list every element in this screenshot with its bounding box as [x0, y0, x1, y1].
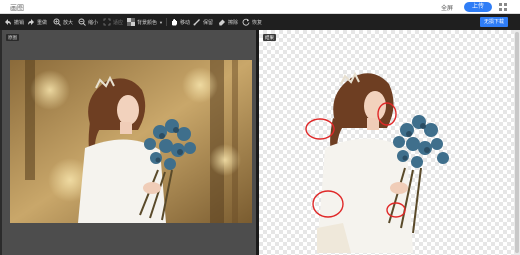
upload-button[interactable]: 上传 — [464, 2, 492, 12]
scrollbar-thumb[interactable] — [515, 32, 519, 253]
original-photo[interactable] — [10, 60, 252, 223]
original-badge: 原图 — [6, 34, 19, 41]
redo-button[interactable]: 重做 — [27, 17, 47, 27]
move-tool-button[interactable]: 移动 — [170, 17, 190, 27]
zoom-in-icon — [53, 18, 61, 26]
vertical-scrollbar[interactable] — [514, 30, 520, 255]
brush-icon — [193, 19, 200, 26]
fit-label: 适应 — [113, 19, 124, 26]
result-image-pane: 结果 — [259, 30, 514, 255]
grid-icon[interactable] — [499, 3, 507, 11]
original-image-pane: 原图 — [2, 30, 256, 255]
zoom-out-icon — [78, 18, 86, 26]
hand-icon — [172, 19, 177, 26]
keep-brush-label: 保留 — [203, 19, 214, 26]
toolbar: 撤销 重做 放大 缩小 适应 背景颜色 ▼ 移动 保留 擦除 恢复 无损下载 — [0, 14, 520, 30]
redo-icon — [28, 19, 34, 25]
move-tool-label: 移动 — [180, 19, 191, 26]
cutout-result[interactable] — [303, 58, 473, 253]
fit-button[interactable]: 适应 — [103, 17, 123, 27]
restore-button[interactable]: 恢复 — [242, 17, 262, 27]
mosaic-icon — [127, 18, 135, 26]
zoom-in-label: 放大 — [63, 19, 74, 26]
undo-icon — [5, 19, 11, 25]
restore-icon — [242, 18, 250, 26]
zoom-out-button[interactable]: 缩小 — [78, 17, 98, 27]
undo-label: 撤销 — [14, 19, 25, 26]
redo-label: 重做 — [37, 19, 48, 26]
zoom-in-button[interactable]: 放大 — [53, 17, 73, 27]
fit-icon — [103, 18, 111, 26]
result-badge: 结果 — [263, 34, 276, 41]
eraser-button[interactable]: 擦除 — [218, 17, 238, 27]
lossless-download-button[interactable]: 无损下载 — [480, 17, 508, 27]
eraser-label: 擦除 — [228, 19, 239, 26]
fullscreen-button[interactable]: 全屏 — [441, 3, 453, 12]
background-color-dropdown[interactable]: 背景颜色 ▼ — [127, 17, 163, 27]
background-color-label: 背景颜色 — [137, 19, 158, 26]
toolbar-separator — [166, 18, 167, 26]
keep-brush-button[interactable]: 保留 — [193, 17, 213, 27]
zoom-out-label: 缩小 — [88, 19, 99, 26]
image-editor-app: 画图 全屏 上传 撤销 重做 放大 缩小 适应 背景颜色 ▼ 移动 保留 擦除 … — [0, 0, 520, 255]
eraser-icon — [219, 19, 225, 26]
undo-button[interactable]: 撤销 — [4, 17, 24, 27]
chevron-down-icon: ▼ — [159, 19, 163, 25]
top-header: 画图 全屏 上传 — [0, 0, 520, 14]
app-title: 画图 — [10, 5, 24, 12]
restore-label: 恢复 — [252, 19, 263, 26]
